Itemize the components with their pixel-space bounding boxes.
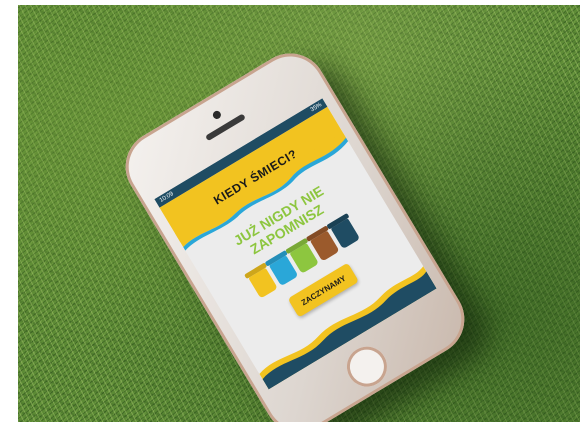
phone-screen: 10:09 35% KIEDY ŚMIECI? JUŻ NIGDY NIE ZA… <box>154 98 437 390</box>
earpiece-speaker <box>205 113 246 142</box>
front-camera-icon <box>211 109 223 121</box>
grass-background: 10:09 35% KIEDY ŚMIECI? JUŻ NIGDY NIE ZA… <box>18 5 580 422</box>
smartphone: 10:09 35% KIEDY ŚMIECI? JUŻ NIGDY NIE ZA… <box>112 40 478 422</box>
home-button[interactable] <box>339 339 395 395</box>
